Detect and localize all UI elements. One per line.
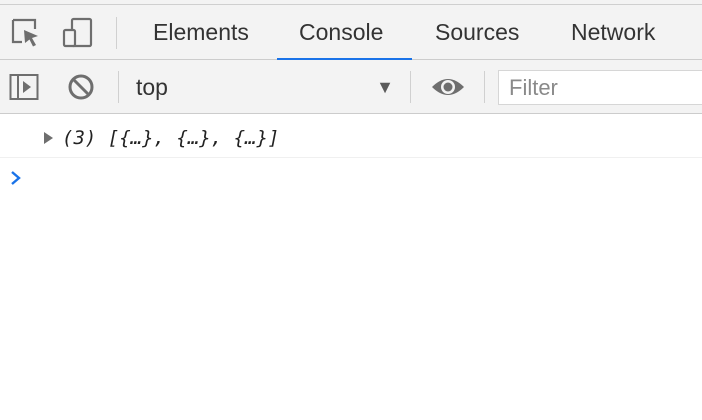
dropdown-arrow-icon: ▼ [376,77,394,97]
console-log-text: (3) [{…}, {…}, {…}] [62,127,280,149]
toolbar-separator-2 [410,71,411,103]
context-selector[interactable]: top ▼ [136,70,402,104]
context-selector-value: top [136,74,168,100]
tabbar-separator [116,17,117,49]
inspect-element-icon[interactable] [10,17,42,49]
prompt-chevron-icon [9,170,23,191]
tab-console[interactable]: Console [277,5,412,61]
console-prompt[interactable] [0,158,702,200]
live-expression-icon[interactable] [430,73,466,101]
tab-elements[interactable]: Elements [153,5,249,60]
console-messages: (3) [{…}, {…}, {…}] [0,114,702,420]
devtools-tab-bar: Elements Console Sources Network [0,4,702,61]
device-toolbar-icon[interactable] [62,17,94,49]
toolbar-separator-1 [118,71,119,103]
filter-input[interactable] [498,70,702,105]
tab-network[interactable]: Network [571,5,655,60]
tab-sources-label: Sources [435,19,520,45]
clear-console-icon[interactable] [67,73,95,101]
tab-sources[interactable]: Sources [435,5,519,60]
tab-elements-label: Elements [153,19,249,45]
tab-console-label: Console [299,19,384,45]
console-log-entry[interactable]: (3) [{…}, {…}, {…}] [0,114,702,158]
expand-triangle-icon[interactable] [44,132,53,144]
console-toolbar: top ▼ [0,60,702,114]
toolbar-separator-3 [484,71,485,103]
tab-network-label: Network [571,19,656,45]
sidebar-toggle-icon[interactable] [9,72,39,102]
